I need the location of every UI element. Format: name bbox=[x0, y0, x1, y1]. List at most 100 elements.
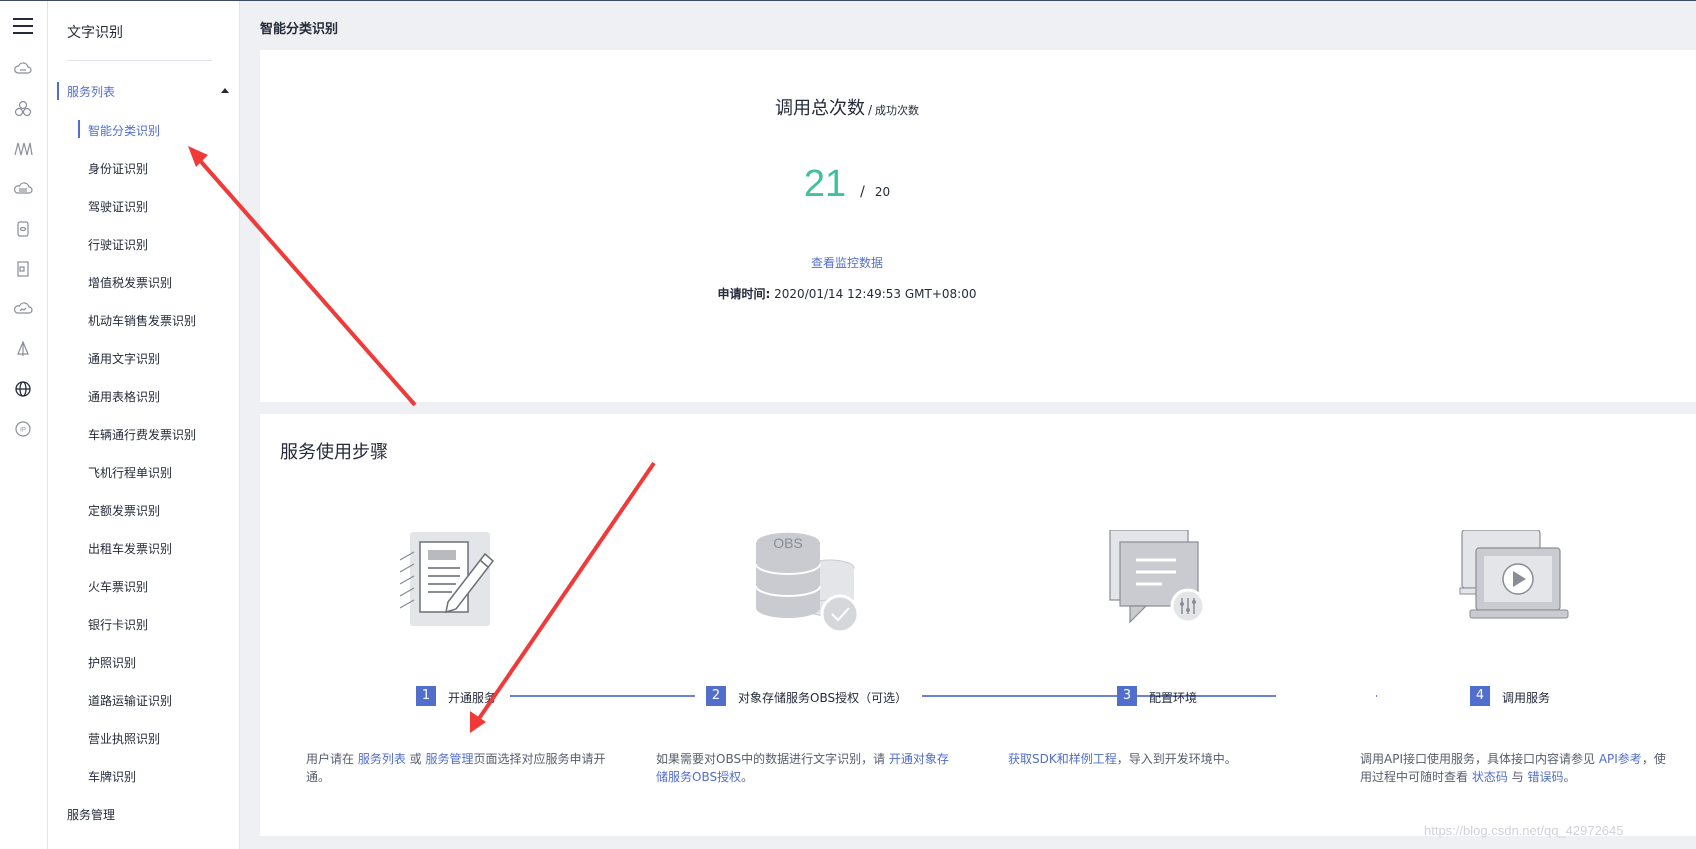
step-label-2: 对象存储服务OBS授权（可选） bbox=[738, 691, 908, 705]
success-calls-label: 成功次数 bbox=[875, 104, 920, 117]
step-number-1: 1 bbox=[416, 686, 436, 706]
sidebar-item[interactable]: 通用表格识别 bbox=[78, 384, 228, 406]
value-separator: / bbox=[860, 184, 865, 200]
sidebar-item-label: 通用文字识别 bbox=[88, 352, 161, 366]
sidebar-item[interactable]: 通用文字识别 bbox=[78, 346, 228, 368]
sidebar-title: 文字识别 bbox=[67, 25, 123, 41]
menu-icon[interactable] bbox=[13, 17, 33, 35]
sidebar-item-label: 出租车发票识别 bbox=[88, 542, 173, 556]
sidebar-item[interactable]: 银行卡识别 bbox=[78, 612, 228, 634]
sidebar-item[interactable]: 道路运输证识别 bbox=[78, 688, 228, 710]
sidebar-item[interactable]: 行驶证识别 bbox=[78, 232, 228, 254]
sidebar-item[interactable]: 车辆通行费发票识别 bbox=[78, 422, 228, 444]
top-border bbox=[0, 0, 1696, 1]
error-code-link[interactable]: 错误码 bbox=[1527, 770, 1563, 784]
service-sidebar: 文字识别 服务列表 智能分类识别 身份证识别 驾驶证识别 行驶证识别 增值税发票… bbox=[48, 1, 240, 849]
step-connector bbox=[922, 695, 1276, 697]
step-desc-1: 用户请在 服务列表 或 服务管理页面选择对应服务申请开通。 bbox=[306, 750, 606, 786]
page-title: 智能分类识别 bbox=[260, 22, 339, 37]
cluster-icon[interactable] bbox=[13, 99, 33, 119]
apply-time: 申请时间: 2020/01/14 12:49:53 GMT+08:00 bbox=[260, 285, 1434, 302]
step-number-2: 2 bbox=[706, 686, 726, 706]
sidebar-item-label: 身份证识别 bbox=[88, 162, 149, 176]
api-reference-link[interactable]: API参考 bbox=[1599, 752, 1642, 766]
view-monitoring-link[interactable]: 查看监控数据 bbox=[260, 254, 1434, 271]
sidebar-item[interactable]: 火车票识别 bbox=[78, 574, 228, 596]
service-list-label: 服务列表 bbox=[67, 85, 116, 99]
step-desc-4: 调用API接口使用服务，具体接口内容请参见 API参考，使用过程中可随时查看 状… bbox=[1360, 750, 1670, 786]
sidebar-item[interactable]: 机动车销售发票识别 bbox=[78, 308, 228, 330]
sidebar-item-label: 通用表格识别 bbox=[88, 390, 161, 404]
sidebar-item[interactable]: 车牌识别 bbox=[78, 764, 228, 786]
svg-text:IP: IP bbox=[20, 428, 26, 434]
config-environment-icon bbox=[1102, 530, 1222, 640]
cloud-monitor-icon[interactable] bbox=[13, 299, 33, 319]
success-calls-value: 20 bbox=[874, 185, 891, 199]
sidebar-item[interactable]: 护照识别 bbox=[78, 650, 228, 672]
step-connector bbox=[510, 695, 695, 697]
step-label-4: 调用服务 bbox=[1502, 691, 1551, 705]
sidebar-item-label: 车牌识别 bbox=[88, 770, 137, 784]
globe-icon[interactable] bbox=[13, 379, 33, 399]
step-desc-3: 获取SDK和样例工程，导入到开发环境中。 bbox=[1008, 750, 1308, 768]
sidebar-item[interactable]: 驾驶证识别 bbox=[78, 194, 228, 216]
sail-icon[interactable] bbox=[13, 339, 33, 359]
sidebar-item[interactable]: 定额发票识别 bbox=[78, 498, 228, 520]
sidebar-item-label: 飞机行程单识别 bbox=[88, 466, 173, 480]
stats-separator: / bbox=[867, 103, 873, 117]
sidebar-item-label: 定额发票识别 bbox=[88, 504, 161, 518]
icon-rail: IP bbox=[0, 1, 48, 849]
sidebar-item-label: 银行卡识别 bbox=[88, 618, 149, 632]
step-desc-text: 用户请在 bbox=[306, 752, 358, 766]
step-number-3: 3 bbox=[1117, 686, 1137, 706]
step-desc-text: 调用API接口使用服务，具体接口内容请参见 bbox=[1360, 752, 1599, 766]
stats-values: 21 / 20 bbox=[260, 163, 1434, 206]
service-management-link-inline[interactable]: 服务管理 bbox=[425, 752, 473, 766]
sidebar-item-label: 增值税发票识别 bbox=[88, 276, 173, 290]
cloud-server-icon[interactable] bbox=[13, 59, 33, 79]
apply-time-label: 申请时间: bbox=[717, 287, 771, 301]
network-icon[interactable] bbox=[13, 139, 33, 159]
get-sdk-link[interactable]: 获取SDK和样例工程 bbox=[1008, 752, 1117, 766]
document-icon[interactable] bbox=[13, 259, 33, 279]
watermark: https://blog.csdn.net/qq_42972645 bbox=[1424, 823, 1624, 838]
sidebar-item-label: 道路运输证识别 bbox=[88, 694, 173, 708]
sidebar-item-label: 车辆通行费发票识别 bbox=[88, 428, 197, 442]
step-number-4: 4 bbox=[1470, 686, 1490, 706]
step-label-3: 配置环境 bbox=[1149, 691, 1198, 705]
invoke-service-icon bbox=[1456, 530, 1576, 640]
service-list-group[interactable]: 服务列表 bbox=[57, 80, 229, 102]
sidebar-item-label: 驾驶证识别 bbox=[88, 200, 149, 214]
ip-icon[interactable]: IP bbox=[13, 419, 33, 439]
view-monitoring-label[interactable]: 查看监控数据 bbox=[811, 256, 883, 270]
sidebar-item-smart-classification[interactable]: 智能分类识别 bbox=[78, 118, 228, 140]
total-calls-label: 调用总次数 bbox=[774, 98, 865, 119]
storage-cloud-icon[interactable] bbox=[13, 179, 33, 199]
sidebar-item[interactable]: 身份证识别 bbox=[78, 156, 228, 178]
sidebar-item[interactable]: 出租车发票识别 bbox=[78, 536, 228, 558]
service-management-link[interactable]: 服务管理 bbox=[67, 806, 115, 823]
step-desc-text: 如果需要对OBS中的数据进行文字识别，请 bbox=[656, 752, 889, 766]
step-desc-text: 。 bbox=[741, 770, 754, 784]
sidebar-divider bbox=[67, 60, 212, 61]
service-list-link[interactable]: 服务列表 bbox=[358, 752, 406, 766]
active-indicator bbox=[78, 120, 80, 138]
caret-up-icon bbox=[221, 88, 229, 93]
sidebar-item-label: 火车票识别 bbox=[88, 580, 149, 594]
step-desc-text: ，导入到开发环境中。 bbox=[1116, 752, 1237, 766]
sidebar-item[interactable]: 飞机行程单识别 bbox=[78, 460, 228, 482]
apply-time-value: 2020/01/14 12:49:53 GMT+08:00 bbox=[774, 287, 977, 301]
sidebar-item[interactable]: 增值税发票识别 bbox=[78, 270, 228, 292]
sidebar-item-label: 机动车销售发票识别 bbox=[88, 314, 197, 328]
sidebar-item[interactable]: 营业执照识别 bbox=[78, 726, 228, 748]
step-desc-text: 与 bbox=[1507, 770, 1528, 784]
step-desc-text: 。 bbox=[1563, 770, 1576, 784]
status-code-link[interactable]: 状态码 bbox=[1472, 770, 1508, 784]
total-calls-value: 21 bbox=[803, 163, 847, 205]
database-icon[interactable] bbox=[13, 219, 33, 239]
obs-label: OBS bbox=[773, 535, 803, 551]
document-edit-icon bbox=[400, 532, 520, 642]
step-connector-spacer bbox=[1376, 695, 1377, 697]
stats-card: 调用总次数 / 成功次数 21/20 查看监控数据 申请时间: 2020/01/14… bbox=[260, 50, 1696, 402]
obs-storage-icon: OBS bbox=[750, 528, 870, 638]
